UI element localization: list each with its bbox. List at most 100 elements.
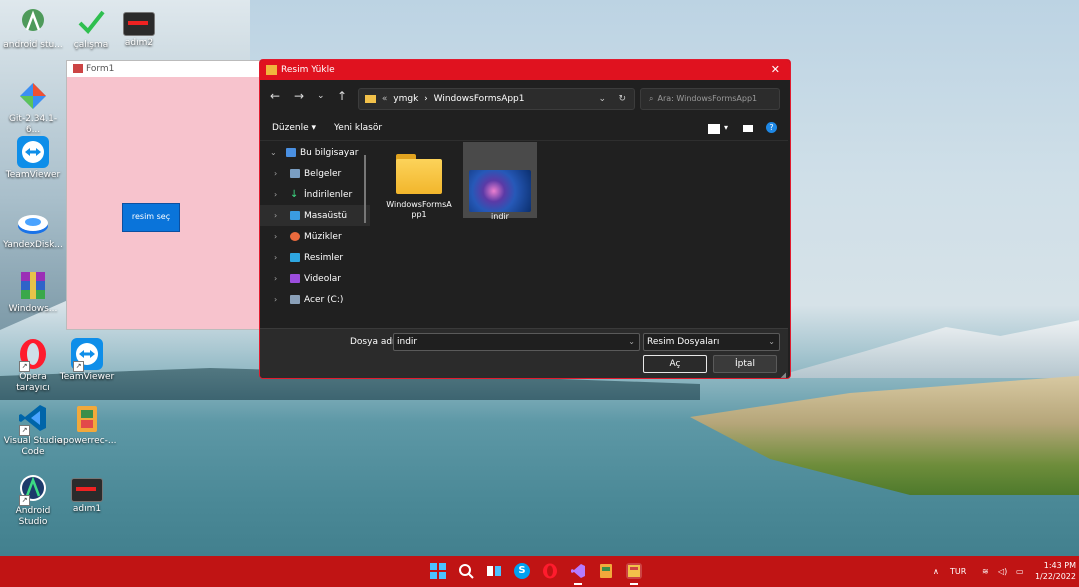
file-item-label: pp1: [411, 210, 427, 219]
skype-icon[interactable]: S: [514, 563, 530, 579]
tree-item-muzikler[interactable]: › Müzikler: [260, 226, 370, 247]
desktop: android stu... çalışma adım2 Git-2.34.1-…: [0, 0, 1079, 587]
filename-input[interactable]: indir ⌄: [393, 333, 640, 351]
chevron-up-icon[interactable]: ∧: [933, 556, 939, 587]
chevron-down-icon[interactable]: ▾: [724, 116, 728, 140]
view-options-icon[interactable]: [708, 124, 720, 134]
open-button[interactable]: Aç: [643, 355, 707, 373]
chevron-right-icon: ›: [274, 295, 278, 304]
desktop-icon-label: android stu...: [3, 40, 63, 50]
filename-label: Dosya adı:: [350, 337, 398, 347]
apowerrec-icon[interactable]: [598, 563, 614, 579]
breadcrumb-ymgk[interactable]: ymgk: [393, 94, 418, 104]
clock-date: 1/22/2022: [1034, 572, 1076, 581]
resize-grip-icon[interactable]: ◢: [781, 371, 786, 378]
navigation-scrollbar[interactable]: [364, 155, 366, 223]
vscode-icon: ↗: [17, 402, 49, 436]
teamviewer-icon: [17, 136, 49, 168]
windows-start-icon[interactable]: [430, 563, 446, 579]
file-item-windowsformsapp1[interactable]: WindowsFormsA pp1: [382, 146, 456, 222]
help-icon[interactable]: ?: [766, 122, 777, 133]
forward-arrow-icon[interactable]: →: [294, 89, 304, 103]
tree-item-label: Videolar: [304, 274, 341, 284]
git-installer-icon: [17, 80, 49, 112]
desktop-icon-apowerrec[interactable]: apowerrec-...: [56, 402, 118, 447]
desktop-icon-adim2[interactable]: adım2: [108, 6, 170, 49]
desktop-icon-yandex-disk[interactable]: YandexDisk...: [2, 206, 64, 251]
battery-icon[interactable]: ▭: [1016, 556, 1024, 587]
videos-icon: [290, 274, 300, 283]
close-icon[interactable]: ✕: [771, 60, 780, 80]
drive-icon: [290, 295, 300, 304]
volume-icon[interactable]: ◁): [998, 556, 1007, 587]
dialog-title: Resim Yükle: [281, 65, 335, 75]
back-arrow-icon[interactable]: ←: [270, 89, 280, 103]
search-icon: ⌕: [649, 94, 654, 103]
file-type-value: Resim Dosyaları: [647, 337, 720, 347]
tree-item-resimler[interactable]: › Resimler: [260, 247, 370, 268]
recent-locations-chevron-icon[interactable]: ⌄: [317, 91, 325, 101]
organize-label: Düzenle: [272, 123, 309, 133]
resim-yukle-app-icon[interactable]: [626, 563, 642, 585]
teamviewer-icon: ↗: [71, 338, 103, 372]
clock-time: 1:43 PM: [1043, 561, 1076, 570]
desktop-icon-label: Visual Studio Code: [3, 436, 63, 457]
refresh-icon[interactable]: ↻: [618, 89, 626, 109]
cancel-button[interactable]: İptal: [713, 355, 777, 373]
desktop-icon-android-studio-folder[interactable]: android stu...: [2, 6, 64, 51]
tree-item-masaustu[interactable]: › Masaüstü: [260, 205, 370, 226]
folder-icon: [365, 94, 376, 103]
desktop-icon-windows-folder[interactable]: Windows...: [2, 270, 64, 315]
file-item-label: indir: [491, 212, 509, 221]
desktop-icon-label: YandexDisk...: [3, 240, 63, 250]
address-overflow[interactable]: «: [382, 94, 388, 104]
desktop-icon-adim1[interactable]: adım1: [56, 472, 118, 515]
desktop-icon-label: Windows...: [8, 304, 58, 314]
wallpaper-shore: [690, 375, 1079, 495]
resim-sec-button[interactable]: resim seç: [122, 203, 180, 232]
up-arrow-icon[interactable]: ↑: [337, 89, 347, 103]
chevron-right-icon: ›: [274, 211, 278, 220]
desktop-icon-vscode[interactable]: ↗ Visual Studio Code: [2, 402, 64, 458]
new-folder-button[interactable]: Yeni klasör: [334, 116, 382, 140]
tree-item-videolar[interactable]: › Videolar: [260, 268, 370, 289]
apowerrec-icon: [71, 402, 103, 434]
tree-item-indirilenler[interactable]: › ↓ İndirilenler: [260, 184, 370, 205]
shortcut-arrow-icon: ↗: [73, 361, 84, 372]
folder-icon: [396, 154, 442, 194]
chevron-right-icon: ›: [274, 232, 278, 241]
dialog-titlebar[interactable]: Resim Yükle ✕: [260, 60, 790, 80]
tree-item-label: Belgeler: [304, 169, 342, 179]
search-box[interactable]: ⌕ Ara: WindowsFormsApp1: [640, 88, 780, 110]
opera-icon[interactable]: [542, 563, 558, 579]
input-language[interactable]: TUR: [950, 556, 966, 587]
desktop-icon-label: Android Studio: [15, 506, 51, 527]
address-bar[interactable]: « ymgk › WindowsFormsApp1 ⌄ ↻: [358, 88, 635, 110]
wifi-icon[interactable]: ≋: [982, 556, 989, 587]
desktop-icon-opera[interactable]: ↗ Opera tarayıcı: [2, 338, 64, 394]
tree-item-bu-bilgisayar[interactable]: ⌄ Bu bilgisayar: [260, 142, 370, 163]
shortcut-arrow-icon: ↗: [19, 495, 30, 506]
chevron-down-icon: ▾: [311, 123, 317, 133]
visual-studio-icon[interactable]: [570, 563, 586, 585]
desktop-icon-git-installer[interactable]: Git-2.34.1-6...: [2, 80, 64, 136]
tree-item-acer-c[interactable]: › Acer (C:): [260, 289, 370, 310]
tree-item-label: Acer (C:): [304, 295, 344, 305]
desktop-icon-android-studio[interactable]: ↗ Android Studio: [2, 472, 64, 528]
task-view-icon[interactable]: [486, 563, 502, 579]
clock[interactable]: 1:43 PM 1/22/2022: [1034, 560, 1076, 582]
file-item-indir[interactable]: indir: [463, 142, 537, 221]
chevron-right-icon: ›: [274, 274, 278, 283]
breadcrumb-windowsformsapp1[interactable]: WindowsFormsApp1: [434, 94, 525, 104]
chevron-down-icon[interactable]: ⌄: [628, 334, 635, 350]
desktop-icon-teamviewer-2[interactable]: ↗ TeamViewer: [56, 338, 118, 383]
organize-menu[interactable]: Düzenle ▾: [272, 116, 316, 140]
tree-item-belgeler[interactable]: › Belgeler: [260, 163, 370, 184]
address-dropdown-icon[interactable]: ⌄: [598, 89, 606, 109]
file-type-select[interactable]: Resim Dosyaları ⌄: [643, 333, 780, 351]
tree-item-label: Müzikler: [304, 232, 342, 242]
desktop-icon-label: TeamViewer: [5, 170, 61, 180]
preview-pane-icon[interactable]: [743, 125, 753, 132]
desktop-icon-teamviewer[interactable]: TeamViewer: [2, 136, 64, 181]
search-icon[interactable]: [458, 563, 474, 579]
